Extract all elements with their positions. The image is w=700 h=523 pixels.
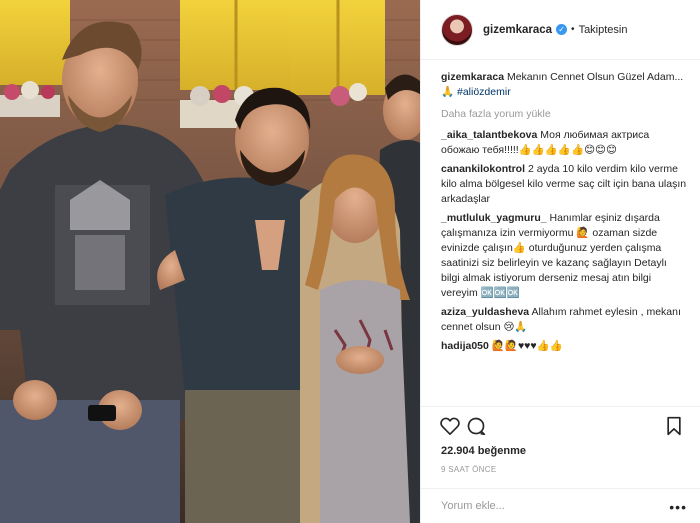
add-comment-placeholder: Yorum ekle... bbox=[441, 500, 505, 512]
comment-icon[interactable] bbox=[463, 413, 489, 439]
avatar[interactable] bbox=[441, 13, 473, 46]
caption-hashtag[interactable]: #aliözdemir bbox=[457, 86, 511, 98]
post-actions: 22.904 beğenme 9 SAAT ÖNCE bbox=[421, 406, 700, 474]
instagram-post-view: gizemkaraca ✓ • Takiptesin gizemkaraca M… bbox=[0, 0, 700, 523]
post-side-panel: gizemkaraca ✓ • Takiptesin gizemkaraca M… bbox=[420, 0, 700, 523]
comment-item: aziza_yuldasheva Allahım rahmet eylesin … bbox=[441, 305, 687, 335]
comment-username[interactable]: _mutluluk_yagmuru_ bbox=[441, 212, 547, 224]
photo-illustration bbox=[0, 0, 420, 523]
post-timestamp: 9 SAAT ÖNCE bbox=[441, 465, 497, 474]
follow-status-button[interactable]: Takiptesin bbox=[579, 24, 628, 36]
comment-text: Hanımlar eşiniz dışarda çalışmanıza izin… bbox=[441, 212, 667, 299]
heart-icon[interactable] bbox=[437, 413, 463, 439]
caption-username[interactable]: gizemkaraca bbox=[441, 71, 504, 83]
comment-item: _mutluluk_yagmuru_ Hanımlar eşiniz dışar… bbox=[441, 211, 687, 301]
comment-item: canankilokontrol 2 ayda 10 kilo verdim k… bbox=[441, 162, 687, 207]
comment-username[interactable]: canankilokontrol bbox=[441, 163, 525, 175]
comment-username[interactable]: _aika_talantbekova bbox=[441, 129, 537, 141]
post-photo[interactable] bbox=[0, 0, 420, 523]
load-more-comments-link[interactable]: Daha fazla yorum yükle bbox=[441, 108, 687, 120]
likes-count[interactable]: 22.904 beğenme bbox=[441, 445, 687, 457]
caption: gizemkaraca Mekanın Cennet Olsun Güzel A… bbox=[441, 70, 687, 100]
comments-list: gizemkaraca Mekanın Cennet Olsun Güzel A… bbox=[421, 60, 700, 400]
action-icons-row bbox=[437, 411, 687, 441]
comment-item: _aika_talantbekova Моя любимая актриса о… bbox=[441, 128, 687, 158]
comment-text: 🙋🙋♥♥♥👍👍 bbox=[491, 340, 563, 352]
add-comment-input[interactable]: Yorum ekle... ••• bbox=[421, 488, 700, 523]
more-options-icon[interactable]: ••• bbox=[669, 499, 687, 515]
comment-username[interactable]: hadija050 bbox=[441, 340, 489, 352]
post-header: gizemkaraca ✓ • Takiptesin bbox=[421, 0, 700, 60]
header-username[interactable]: gizemkaraca bbox=[483, 24, 552, 36]
verified-badge-icon: ✓ bbox=[556, 24, 568, 35]
comment-item: hadija050 🙋🙋♥♥♥👍👍 bbox=[441, 339, 687, 354]
bookmark-icon[interactable] bbox=[661, 413, 687, 439]
comment-username[interactable]: aziza_yuldasheva bbox=[441, 306, 529, 318]
header-separator: • bbox=[571, 24, 575, 35]
